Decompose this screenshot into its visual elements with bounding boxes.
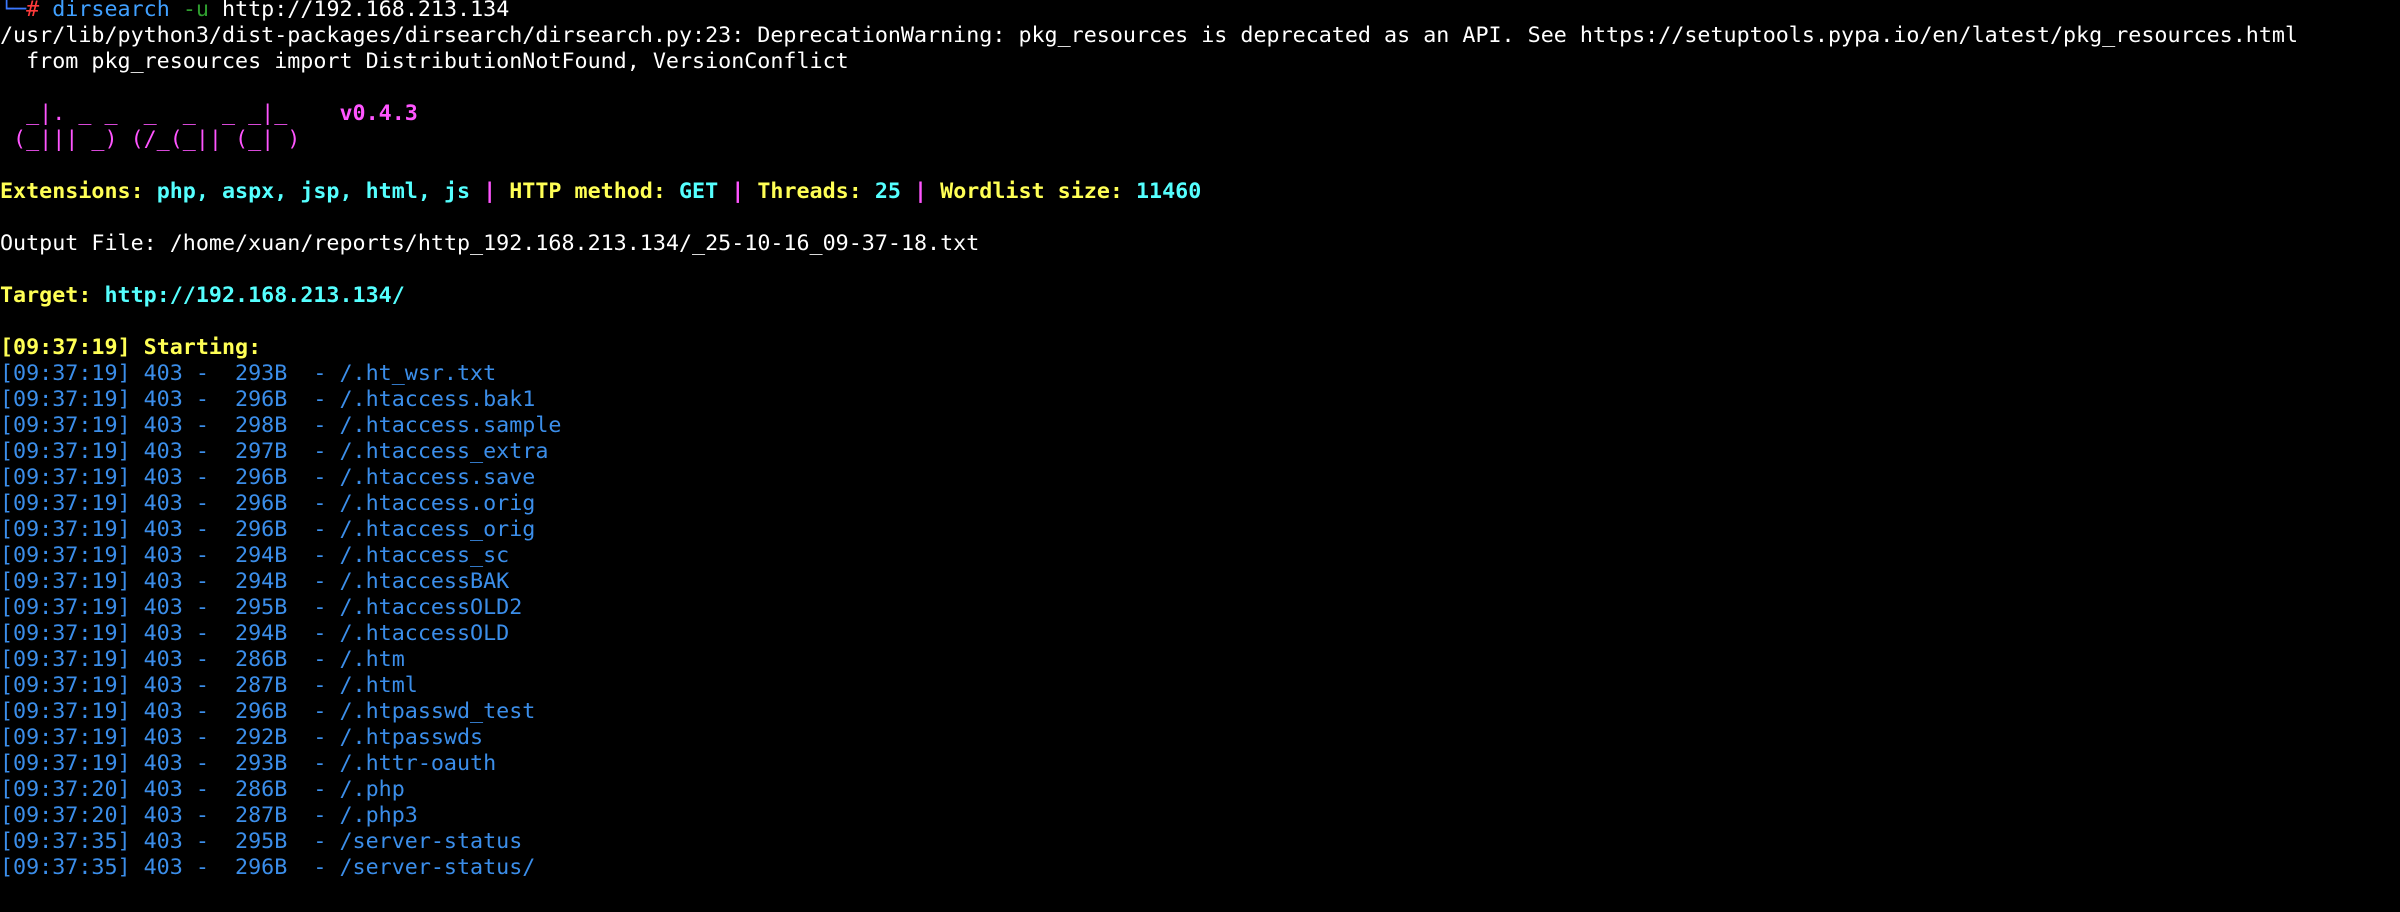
result-row: [09:37:19] 403 - 296B - /.htaccess_orig: [0, 517, 536, 542]
wordlist-value: 11460: [1136, 179, 1202, 204]
separator: |: [718, 179, 758, 204]
command-flag: -u: [182, 0, 209, 22]
result-row: [09:37:20] 403 - 286B - /.php: [0, 777, 405, 802]
starting-label: Starting:: [130, 335, 262, 360]
output-file-label: Output File:: [0, 231, 170, 256]
target-label: Target:: [0, 283, 105, 308]
separator: |: [470, 179, 510, 204]
result-row: [09:37:19] 403 - 294B - /.htaccessOLD: [0, 621, 510, 646]
wordlist-label: Wordlist size:: [940, 179, 1136, 204]
target-url: http://192.168.213.134/: [104, 283, 405, 308]
logo-art-top: _|. _ _ _ _ _ _|_: [0, 101, 340, 126]
result-row: [09:37:19] 403 - 293B - /.ht_wsr.txt: [0, 361, 497, 386]
logo-line-top: _|. _ _ _ _ _ _|_ v0.4.3: [0, 101, 2400, 127]
output-file-line: Output File: /home/xuan/reports/http_192…: [0, 231, 2400, 257]
result-row: [09:37:19] 403 - 295B - /.htaccessOLD2: [0, 595, 523, 620]
threads-label: Threads:: [757, 179, 875, 204]
prompt-corner: └─: [0, 0, 27, 22]
result-row: [09:37:19] 403 - 298B - /.htaccess.sampl…: [0, 413, 562, 438]
result-row: [09:37:19] 403 - 287B - /.html: [0, 673, 418, 698]
method-value: GET: [678, 179, 719, 204]
logo-line-bottom: (_||| _) (/_(_|| (_| ): [0, 127, 340, 152]
result-row: [09:37:19] 403 - 297B - /.htaccess_extra: [0, 439, 549, 464]
result-row: [09:37:19] 403 - 296B - /.htaccess.save: [0, 465, 536, 490]
config-line: Extensions: php, aspx, jsp, html, js | H…: [0, 179, 2400, 205]
result-row: [09:37:19] 403 - 296B - /.htaccess.bak1: [0, 387, 536, 412]
deprecation-warning-import-line: from pkg_resources import DistributionNo…: [0, 49, 849, 74]
result-row: [09:37:35] 403 - 295B - /server-status: [0, 829, 523, 854]
starting-line: [09:37:19] Starting:: [0, 335, 2400, 361]
threads-value: 25: [874, 179, 901, 204]
results-list: [09:37:19] 403 - 293B - /.ht_wsr.txt [09…: [0, 361, 2400, 881]
command-argument: http://192.168.213.134: [222, 0, 510, 22]
deprecation-warning-line: /usr/lib/python3/dist-packages/dirsearch…: [0, 23, 2299, 48]
result-row: [09:37:20] 403 - 287B - /.php3: [0, 803, 418, 828]
result-row: [09:37:35] 403 - 296B - /server-status/: [0, 855, 536, 880]
separator: |: [900, 179, 941, 204]
method-label: HTTP method:: [509, 179, 679, 204]
command-prompt-line: └─# dirsearch -u http://192.168.213.134: [0, 0, 2400, 23]
result-row: [09:37:19] 403 - 293B - /.httr-oauth: [0, 751, 497, 776]
command-name: dirsearch: [52, 0, 170, 22]
output-file-path: /home/xuan/reports/http_192.168.213.134/…: [169, 231, 980, 256]
result-row: [09:37:19] 403 - 296B - /.htpasswd_test: [0, 699, 536, 724]
target-line: Target: http://192.168.213.134/: [0, 283, 2400, 309]
result-row: [09:37:19] 403 - 296B - /.htaccess.orig: [0, 491, 536, 516]
dirsearch-logo: _|. _ _ _ _ _ _|_ v0.4.3 (_||| _) (/_(_|…: [0, 101, 2400, 153]
extensions-value: php, aspx, jsp, html, js: [156, 179, 471, 204]
result-row: [09:37:19] 403 - 292B - /.htpasswds: [0, 725, 484, 750]
prompt-hash: #: [26, 0, 53, 22]
result-row: [09:37:19] 403 - 294B - /.htaccess_sc: [0, 543, 510, 568]
result-row: [09:37:19] 403 - 294B - /.htaccessBAK: [0, 569, 510, 594]
logo-version: v0.4.3: [339, 101, 418, 126]
extensions-label: Extensions:: [0, 179, 157, 204]
result-row: [09:37:19] 403 - 286B - /.htm: [0, 647, 405, 672]
terminal-output[interactable]: └─# dirsearch -u http://192.168.213.134 …: [0, 0, 2400, 881]
starting-time: [09:37:19]: [0, 335, 131, 360]
